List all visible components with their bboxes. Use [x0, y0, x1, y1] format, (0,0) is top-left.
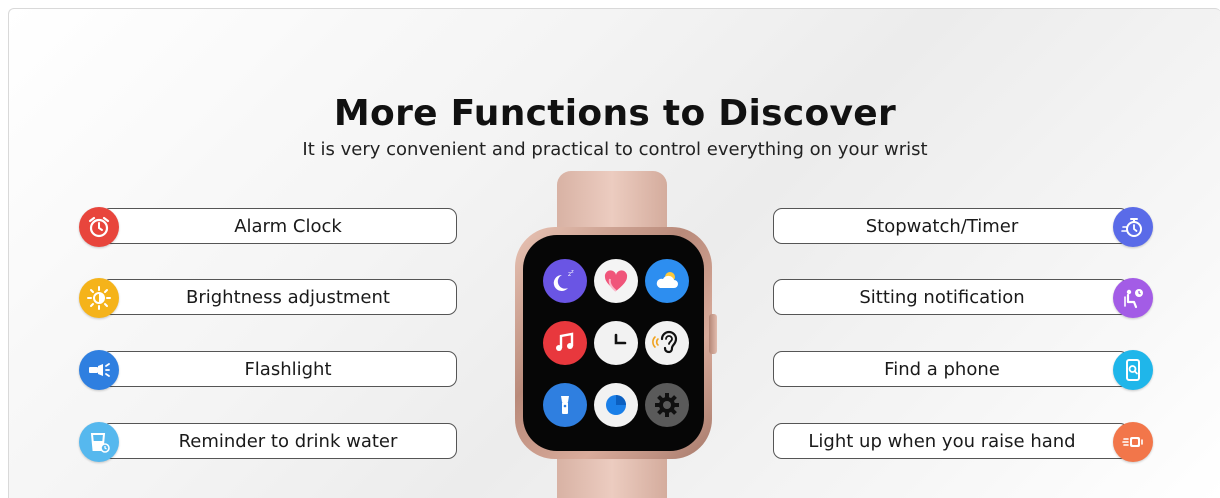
- feature-sitting-notification: Sitting notification: [773, 278, 1153, 318]
- water-glass-icon: [79, 422, 119, 462]
- feature-label: Sitting notification: [773, 279, 1129, 315]
- feature-drink-water: Reminder to drink water: [79, 422, 459, 462]
- watch-screen: zz: [523, 235, 704, 451]
- raise-hand-icon: [1113, 422, 1153, 462]
- sleep-icon: zz: [543, 259, 587, 303]
- phone-search-icon: [1113, 350, 1153, 390]
- hearing-icon: [645, 321, 689, 365]
- watch-crown: [709, 314, 717, 354]
- feature-label: Alarm Clock: [101, 208, 457, 244]
- feature-stopwatch: Stopwatch/Timer: [773, 207, 1153, 247]
- sitting-icon: [1113, 278, 1153, 318]
- feature-label: Light up when you raise hand: [773, 423, 1129, 459]
- clock-icon: [594, 321, 638, 365]
- alarm-clock-icon: [79, 207, 119, 247]
- page-subtitle: It is very convenient and practical to c…: [302, 139, 928, 160]
- stopwatch-icon: [1113, 207, 1153, 247]
- feature-label: Find a phone: [773, 351, 1129, 387]
- feature-alarm-clock: Alarm Clock: [79, 207, 459, 247]
- flashlight-icon: [79, 350, 119, 390]
- feature-label: Reminder to drink water: [101, 423, 457, 459]
- feature-label: Stopwatch/Timer: [773, 208, 1129, 244]
- svg-text:z: z: [571, 269, 574, 275]
- feature-label: Flashlight: [101, 351, 457, 387]
- settings-icon: [645, 383, 689, 427]
- feature-brightness: Brightness adjustment: [79, 278, 459, 318]
- heart-icon: [594, 259, 638, 303]
- page-title: More Functions to Discover: [333, 93, 897, 134]
- feature-label: Brightness adjustment: [101, 279, 457, 315]
- feature-flashlight: Flashlight: [79, 350, 459, 390]
- feature-find-phone: Find a phone: [773, 350, 1153, 390]
- flashlight-icon: [543, 383, 587, 427]
- brightness-icon: [79, 278, 119, 318]
- music-icon: [543, 321, 587, 365]
- feature-raise-to-wake: Light up when you raise hand: [773, 422, 1153, 462]
- product-banner: More Functions to Discover It is very co…: [8, 8, 1220, 498]
- activity-icon: [594, 383, 638, 427]
- weather-icon: [645, 259, 689, 303]
